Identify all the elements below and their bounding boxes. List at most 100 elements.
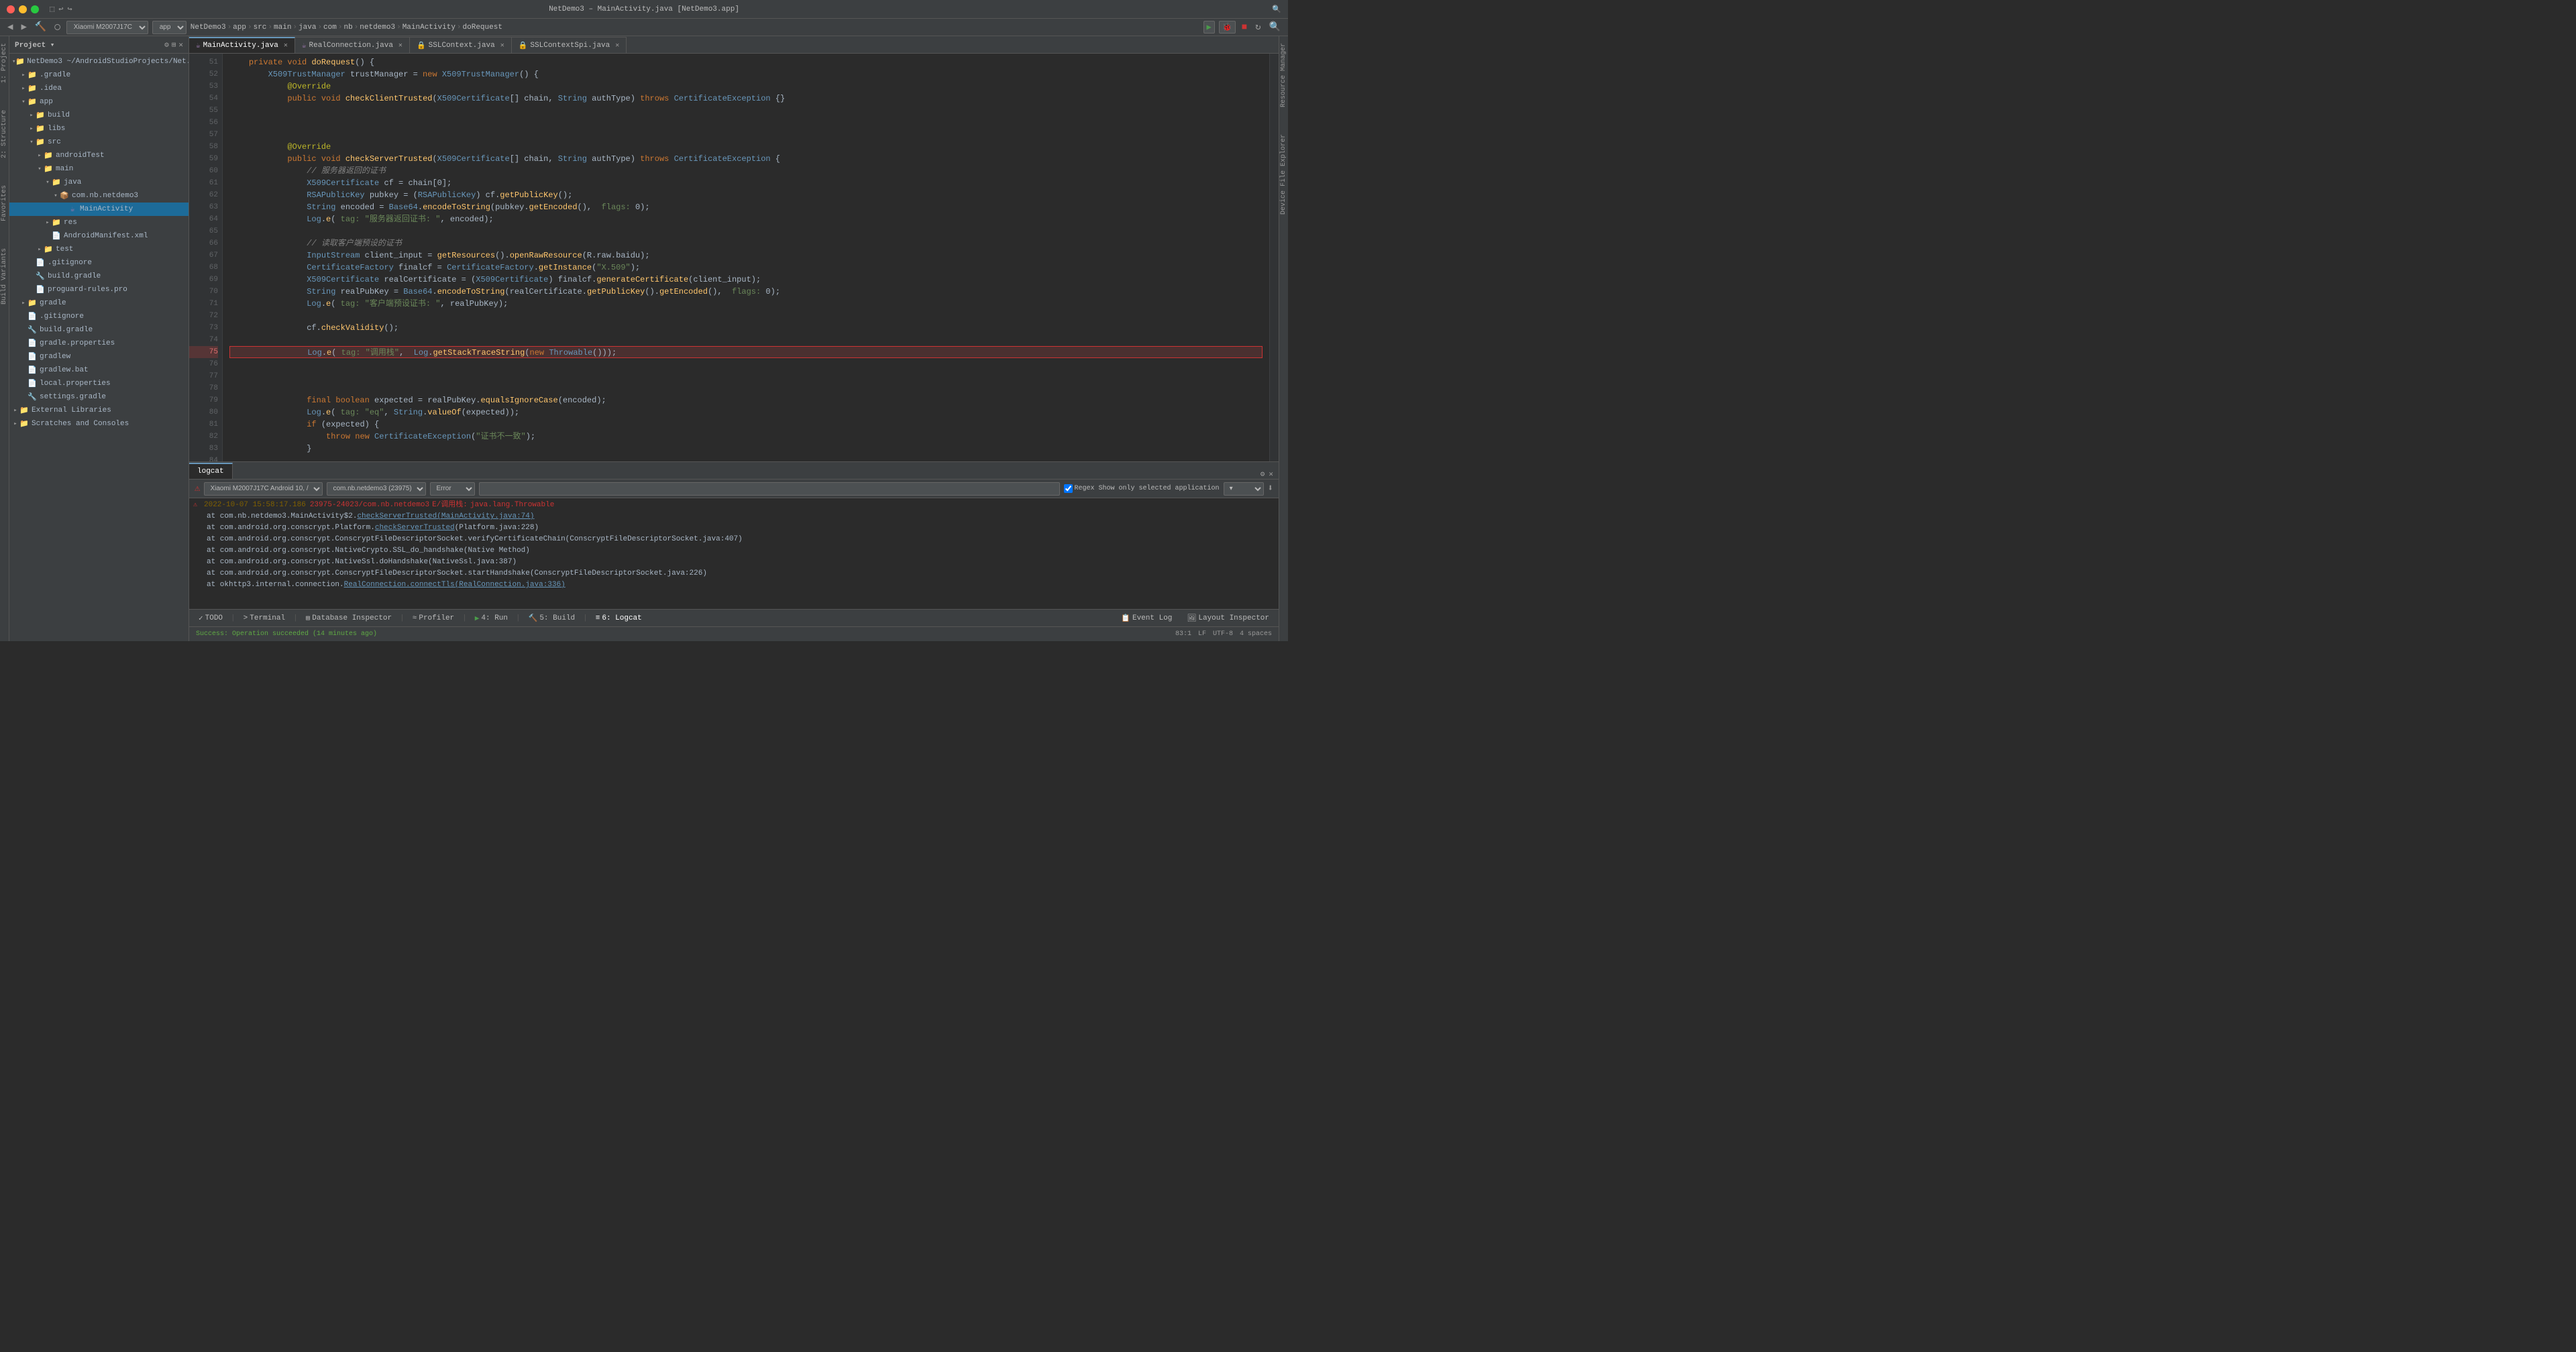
breadcrumb-mainactivity[interactable]: MainActivity	[402, 23, 455, 32]
event-log-button[interactable]: 📋 Event Log	[1117, 612, 1176, 624]
logcat-settings-icon[interactable]: ⚙	[1260, 469, 1265, 479]
close-button[interactable]	[7, 5, 15, 13]
database-inspector-button[interactable]: ⊞ Database Inspector	[302, 612, 396, 624]
breadcrumb-src[interactable]: src	[254, 23, 267, 32]
log-link-3[interactable]: RealConnection.connectTls(RealConnection…	[344, 581, 566, 589]
tab-mainactivity-close[interactable]: ✕	[284, 42, 288, 50]
logcat-bottom-button[interactable]: ≡ 6: Logcat	[592, 613, 646, 624]
sidebar-tab-structure[interactable]: 2: Structure	[1, 110, 8, 158]
traffic-lights[interactable]	[7, 5, 39, 13]
show-only-dropdown[interactable]: ▾	[1224, 482, 1264, 496]
project-close-icon[interactable]: ✕	[178, 40, 183, 50]
regex-checkbox-label[interactable]: Regex	[1064, 484, 1095, 493]
device-dropdown[interactable]: Xiaomi M2007J17C Android 10, /	[204, 482, 323, 496]
logcat-content[interactable]: ⚠ 2022-10-07 15:58:17.186 23975-24023/co…	[189, 498, 1279, 609]
tree-item-java[interactable]: ▾ 📁 java	[9, 176, 189, 189]
breadcrumb-dorequest[interactable]: doRequest	[463, 23, 502, 32]
tab-sslcontextspi-close[interactable]: ✕	[615, 42, 619, 50]
tree-item-idea[interactable]: ▸ 📁 .idea	[9, 82, 189, 95]
search-button[interactable]: 🔍	[1267, 21, 1283, 34]
indent-size[interactable]: 4 spaces	[1240, 630, 1272, 638]
tree-item-proguard[interactable]: 📄 proguard-rules.pro	[9, 283, 189, 296]
tree-item-src[interactable]: ▾ 📁 src	[9, 135, 189, 149]
filter-input[interactable]	[479, 482, 1059, 496]
tree-item-main[interactable]: ▾ 📁 main	[9, 162, 189, 176]
sidebar-tab-resource-manager[interactable]: Resource Manager	[1280, 43, 1287, 107]
breadcrumb-app[interactable]: app	[233, 23, 246, 32]
toolbar-icon-1[interactable]: ⬚	[50, 4, 54, 14]
tree-item-androidtest[interactable]: ▸ 📁 androidTest	[9, 149, 189, 162]
back-button[interactable]: ◀	[5, 21, 15, 34]
tree-item-local-properties[interactable]: 📄 local.properties	[9, 377, 189, 390]
toolbar-icon-3[interactable]: ↪	[67, 4, 72, 14]
search-icon[interactable]: 🔍	[1272, 5, 1281, 14]
cursor-position[interactable]: 83:1	[1175, 630, 1191, 638]
tree-item-res[interactable]: ▸ 📁 res	[9, 216, 189, 229]
run-panel-button[interactable]: ▶ 4: Run	[471, 612, 512, 624]
breadcrumb-nb[interactable]: nb	[343, 23, 352, 32]
stop-button[interactable]: ■	[1240, 21, 1249, 34]
tree-item-gradle[interactable]: ▸ 📁 .gradle	[9, 68, 189, 82]
build-button[interactable]: 🔨 5: Build	[525, 612, 580, 624]
toolbar-icon-2[interactable]: ↩	[58, 4, 63, 14]
terminal-button[interactable]: > Terminal	[239, 613, 289, 624]
sidebar-tab-build[interactable]: Build Variants	[1, 248, 8, 304]
logcat-scroll-icon[interactable]: ⬇	[1268, 483, 1273, 494]
tree-item-libs[interactable]: ▸ 📁 libs	[9, 122, 189, 135]
encoding[interactable]: UTF-8	[1213, 630, 1233, 638]
tree-item-gitignore-app[interactable]: 📄 .gitignore	[9, 256, 189, 270]
debug-button[interactable]: 🐞	[1219, 21, 1236, 34]
breadcrumb-netdemo3[interactable]: NetDemo3	[191, 23, 226, 32]
code-content[interactable]: private void doRequest() { X509TrustMana…	[223, 54, 1269, 461]
app-selector[interactable]: app	[152, 21, 186, 34]
tree-item-netdemo3[interactable]: ▾ 📁 NetDemo3 ~/AndroidStudioProjects/Net…	[9, 55, 189, 68]
breadcrumb-netdemo3-pkg[interactable]: netdemo3	[360, 23, 395, 32]
tree-item-build-gradle-root[interactable]: 🔧 build.gradle	[9, 323, 189, 337]
tree-item-gitignore-root[interactable]: 📄 .gitignore	[9, 310, 189, 323]
device-selector[interactable]: Xiaomi M2007J17C	[66, 21, 148, 34]
package-dropdown[interactable]: com.nb.netdemo3 (23975)	[327, 482, 426, 496]
tree-item-package[interactable]: ▾ 📦 com.nb.netdemo3	[9, 189, 189, 203]
tab-sslcontext[interactable]: 🔒 SSLContext.java ✕	[410, 37, 512, 53]
tree-item-scratches[interactable]: ▸ 📁 Scratches and Consoles	[9, 417, 189, 431]
logcat-tab[interactable]: logcat	[189, 463, 233, 479]
project-layout-icon[interactable]: ⊞	[172, 40, 176, 50]
todo-button[interactable]: ✓ TODO	[195, 612, 227, 624]
forward-button[interactable]: ▶	[19, 21, 28, 34]
sync-button[interactable]: ↻	[1253, 21, 1263, 34]
breadcrumb-java[interactable]: java	[299, 23, 316, 32]
regex-checkbox[interactable]	[1064, 484, 1073, 493]
tree-item-external-libs[interactable]: ▸ 📁 External Libraries	[9, 404, 189, 417]
breadcrumb-main[interactable]: main	[274, 23, 291, 32]
run-button[interactable]: ▶	[1203, 21, 1215, 34]
level-dropdown[interactable]: Error Verbose Debug Info Warning	[430, 482, 475, 496]
logcat-close-icon[interactable]: ✕	[1269, 469, 1273, 479]
tree-item-mainactivity[interactable]: ☕ MainActivity	[9, 203, 189, 216]
layout-inspector-button[interactable]: 🖼 Layout Inspector	[1183, 612, 1273, 624]
tab-sslcontextspi[interactable]: 🔒 SSLContextSpi.java ✕	[512, 37, 627, 53]
minimize-button[interactable]	[19, 5, 27, 13]
tree-item-gradlew-bat[interactable]: 📄 gradlew.bat	[9, 363, 189, 377]
tab-sslcontext-close[interactable]: ✕	[500, 42, 504, 50]
tab-realconnection[interactable]: ☕ RealConnection.java ✕	[295, 37, 410, 53]
build-button[interactable]: 🔨	[33, 21, 48, 34]
sidebar-tab-device-file[interactable]: Device File Explorer	[1280, 134, 1287, 215]
sidebar-tab-project[interactable]: 1: Project	[1, 43, 8, 83]
tree-item-build-gradle-app[interactable]: 🔧 build.gradle	[9, 270, 189, 283]
tree-item-build[interactable]: ▸ 📁 build	[9, 109, 189, 122]
tree-item-androidmanifest[interactable]: 📄 AndroidManifest.xml	[9, 229, 189, 243]
sidebar-tab-favorites[interactable]: Favorites	[1, 185, 8, 221]
log-link-2[interactable]: checkServerTrusted	[375, 524, 455, 532]
tree-item-gradlew[interactable]: 📄 gradlew	[9, 350, 189, 363]
tree-item-settings-gradle[interactable]: 🔧 settings.gradle	[9, 390, 189, 404]
nav-icon-3[interactable]: ◯	[52, 21, 62, 34]
breadcrumb-com[interactable]: com	[323, 23, 337, 32]
tree-item-test[interactable]: ▸ 📁 test	[9, 243, 189, 256]
log-link-1[interactable]: checkServerTrusted(MainActivity.java:74)	[357, 512, 534, 520]
line-endings[interactable]: LF	[1198, 630, 1206, 638]
tab-realconnection-close[interactable]: ✕	[398, 42, 402, 50]
tree-item-gradle-properties[interactable]: 📄 gradle.properties	[9, 337, 189, 350]
project-gear-icon[interactable]: ⚙	[164, 40, 169, 50]
tab-mainactivity[interactable]: ☕ MainActivity.java ✕	[189, 37, 295, 53]
profiler-button[interactable]: ≈ Profiler	[409, 613, 458, 624]
